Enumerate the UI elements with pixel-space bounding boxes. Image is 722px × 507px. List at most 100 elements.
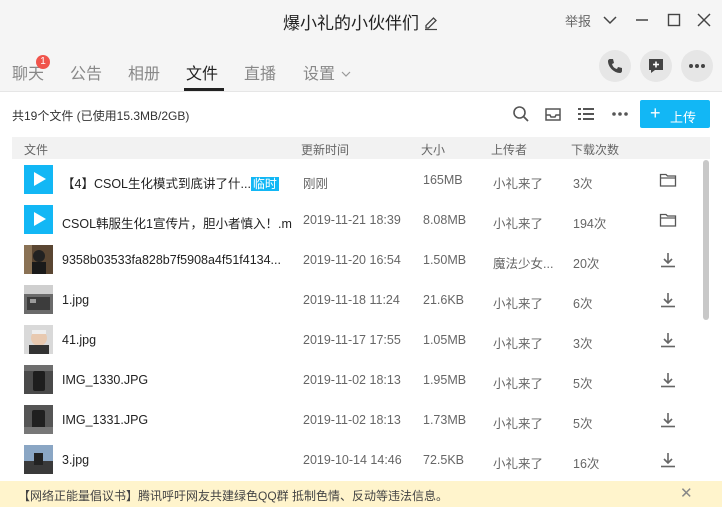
notice-banner: 【网络正能量倡议书】腾讯呼吁网友共建绿色QQ群 抵制色情、反动等违法信息。 ✕ bbox=[0, 481, 722, 507]
download-icon[interactable] bbox=[659, 251, 677, 269]
close-icon[interactable]: ✕ bbox=[680, 484, 693, 502]
update-time: 2019-11-02 18:13 bbox=[303, 413, 401, 427]
table-row[interactable]: 1.jpg 2019-11-18 11:24 21.6KB 小礼来了 6次 bbox=[12, 280, 702, 320]
file-size: 1.50MB bbox=[423, 253, 467, 267]
chevron-down-icon[interactable] bbox=[600, 10, 620, 30]
group-name: 爆小礼的小伙伴们 bbox=[283, 14, 419, 33]
download-icon[interactable] bbox=[659, 371, 677, 389]
tab-announcement[interactable]: 公告 bbox=[70, 60, 102, 84]
download-count: 6次 bbox=[573, 297, 593, 311]
minimize-icon[interactable] bbox=[632, 10, 652, 30]
active-tab-indicator bbox=[184, 88, 224, 91]
download-icon[interactable] bbox=[659, 291, 677, 309]
file-size: 8.08MB bbox=[423, 213, 467, 227]
uploader: 小礼来了 bbox=[493, 217, 544, 231]
column-header-uploader[interactable]: 上传者 bbox=[491, 141, 527, 158]
unread-badge: 1 bbox=[36, 55, 50, 69]
table-row[interactable]: CSOL韩服生化1宣传片，胆小者慎入！.m... 2019-11-21 18:3… bbox=[12, 200, 702, 240]
file-size: 21.6KB bbox=[423, 293, 465, 307]
file-name: 41.jpg bbox=[62, 333, 97, 347]
tab-album[interactable]: 相册 bbox=[128, 60, 160, 84]
uploader: 魔法少女... bbox=[493, 257, 554, 271]
file-name: IMG_1331.JPG bbox=[62, 413, 149, 427]
column-header-file[interactable]: 文件 bbox=[24, 141, 48, 158]
uploader: 小礼来了 bbox=[493, 297, 544, 311]
file-size: 1.05MB bbox=[423, 333, 467, 347]
chevron-down-icon bbox=[341, 71, 351, 77]
file-size: 165MB bbox=[423, 173, 463, 187]
download-count: 3次 bbox=[573, 177, 593, 191]
uploader: 小礼来了 bbox=[493, 417, 544, 431]
edit-icon[interactable] bbox=[423, 15, 439, 31]
uploader: 小礼来了 bbox=[493, 457, 544, 471]
table-row[interactable]: 41.jpg 2019-11-17 17:55 1.05MB 小礼来了 3次 bbox=[12, 320, 702, 360]
file-size: 72.5KB bbox=[423, 453, 465, 467]
tab-files[interactable]: 文件 bbox=[186, 60, 218, 84]
title-bar: 爆小礼的小伙伴们 举报 bbox=[0, 0, 722, 40]
update-time: 2019-11-18 11:24 bbox=[303, 293, 400, 307]
column-header-size[interactable]: 大小 bbox=[421, 141, 445, 158]
image-thumbnail bbox=[24, 365, 53, 394]
file-name-text: 【4】CSOL生化模式到底讲了什... bbox=[62, 177, 251, 191]
table-row[interactable]: IMG_1330.JPG 2019-11-02 18:13 1.95MB 小礼来… bbox=[12, 360, 702, 400]
phone-icon bbox=[608, 59, 622, 73]
uploader: 小礼来了 bbox=[493, 337, 544, 351]
close-icon[interactable] bbox=[694, 10, 714, 30]
tab-settings[interactable]: 设置 bbox=[303, 60, 351, 84]
upload-button[interactable]: + 上传 bbox=[640, 100, 710, 128]
video-thumbnail bbox=[24, 205, 53, 234]
download-icon[interactable] bbox=[659, 451, 677, 469]
update-time: 2019-11-20 16:54 bbox=[303, 253, 401, 267]
image-thumbnail bbox=[24, 325, 53, 354]
message-button[interactable] bbox=[640, 50, 672, 82]
more-button[interactable] bbox=[681, 50, 713, 82]
download-icon[interactable] bbox=[659, 331, 677, 349]
column-header-downloads[interactable]: 下载次数 bbox=[571, 141, 619, 158]
file-name: 1.jpg bbox=[62, 293, 90, 307]
download-icon[interactable] bbox=[659, 411, 677, 429]
phone-button[interactable] bbox=[599, 50, 631, 82]
update-time: 刚刚 bbox=[303, 177, 329, 191]
table-row[interactable]: 9358b03533fa828b7f5908a4f51f4134... 2019… bbox=[12, 240, 702, 280]
message-plus-icon bbox=[649, 59, 663, 73]
more-options-icon[interactable] bbox=[610, 104, 630, 124]
notice-text[interactable]: 【网络正能量倡议书】腾讯呼吁网友共建绿色QQ群 抵制色情、反动等违法信息。 bbox=[18, 487, 448, 504]
image-thumbnail bbox=[24, 245, 53, 274]
more-dots-icon bbox=[689, 64, 705, 68]
storage-summary: 共19个文件 (已使用15.3MB/2GB) bbox=[12, 109, 190, 123]
download-count: 5次 bbox=[573, 417, 593, 431]
update-time: 2019-11-02 18:13 bbox=[303, 373, 401, 387]
maximize-icon[interactable] bbox=[664, 10, 684, 30]
update-time: 2019-11-21 18:39 bbox=[303, 213, 401, 227]
plus-icon: + bbox=[650, 103, 661, 123]
file-size: 1.95MB bbox=[423, 373, 467, 387]
download-count: 3次 bbox=[573, 337, 593, 351]
search-icon[interactable] bbox=[511, 104, 531, 124]
folder-icon[interactable] bbox=[659, 171, 677, 189]
tab-live[interactable]: 直播 bbox=[244, 60, 276, 84]
download-count: 5次 bbox=[573, 377, 593, 391]
file-name: 3.jpg bbox=[62, 453, 90, 467]
file-name: 9358b03533fa828b7f5908a4f51f4134... bbox=[62, 253, 281, 267]
image-thumbnail bbox=[24, 445, 53, 474]
file-name: 【4】CSOL生化模式到底讲了什... 临时 bbox=[62, 173, 292, 192]
table-row[interactable]: 【4】CSOL生化模式到底讲了什... 临时 刚刚 165MB 小礼来了 3次 bbox=[12, 160, 702, 200]
folder-icon[interactable] bbox=[659, 211, 677, 229]
download-count: 16次 bbox=[573, 457, 600, 471]
table-row[interactable]: IMG_1331.JPG 2019-11-02 18:13 1.73MB 小礼来… bbox=[12, 400, 702, 440]
inbox-icon[interactable] bbox=[543, 104, 563, 124]
download-count: 20次 bbox=[573, 257, 600, 271]
column-header-time[interactable]: 更新时间 bbox=[301, 141, 349, 158]
tab-settings-label: 设置 bbox=[303, 66, 336, 83]
report-button[interactable]: 举报 bbox=[565, 11, 591, 30]
update-time: 2019-11-17 17:55 bbox=[303, 333, 401, 347]
upload-label: 上传 bbox=[670, 110, 697, 125]
vertical-scrollbar[interactable] bbox=[703, 160, 709, 320]
file-name: CSOL韩服生化1宣传片，胆小者慎入！.m... bbox=[62, 217, 292, 231]
temporary-tag: 临时 bbox=[250, 177, 279, 191]
uploader: 小礼来了 bbox=[493, 377, 544, 391]
table-row[interactable]: 3.jpg 2019-10-14 14:46 72.5KB 小礼来了 16次 bbox=[12, 440, 702, 480]
file-table-header: 文件 更新时间 大小 上传者 下载次数 bbox=[12, 137, 710, 159]
list-view-icon[interactable] bbox=[576, 104, 596, 124]
image-thumbnail bbox=[24, 405, 53, 434]
